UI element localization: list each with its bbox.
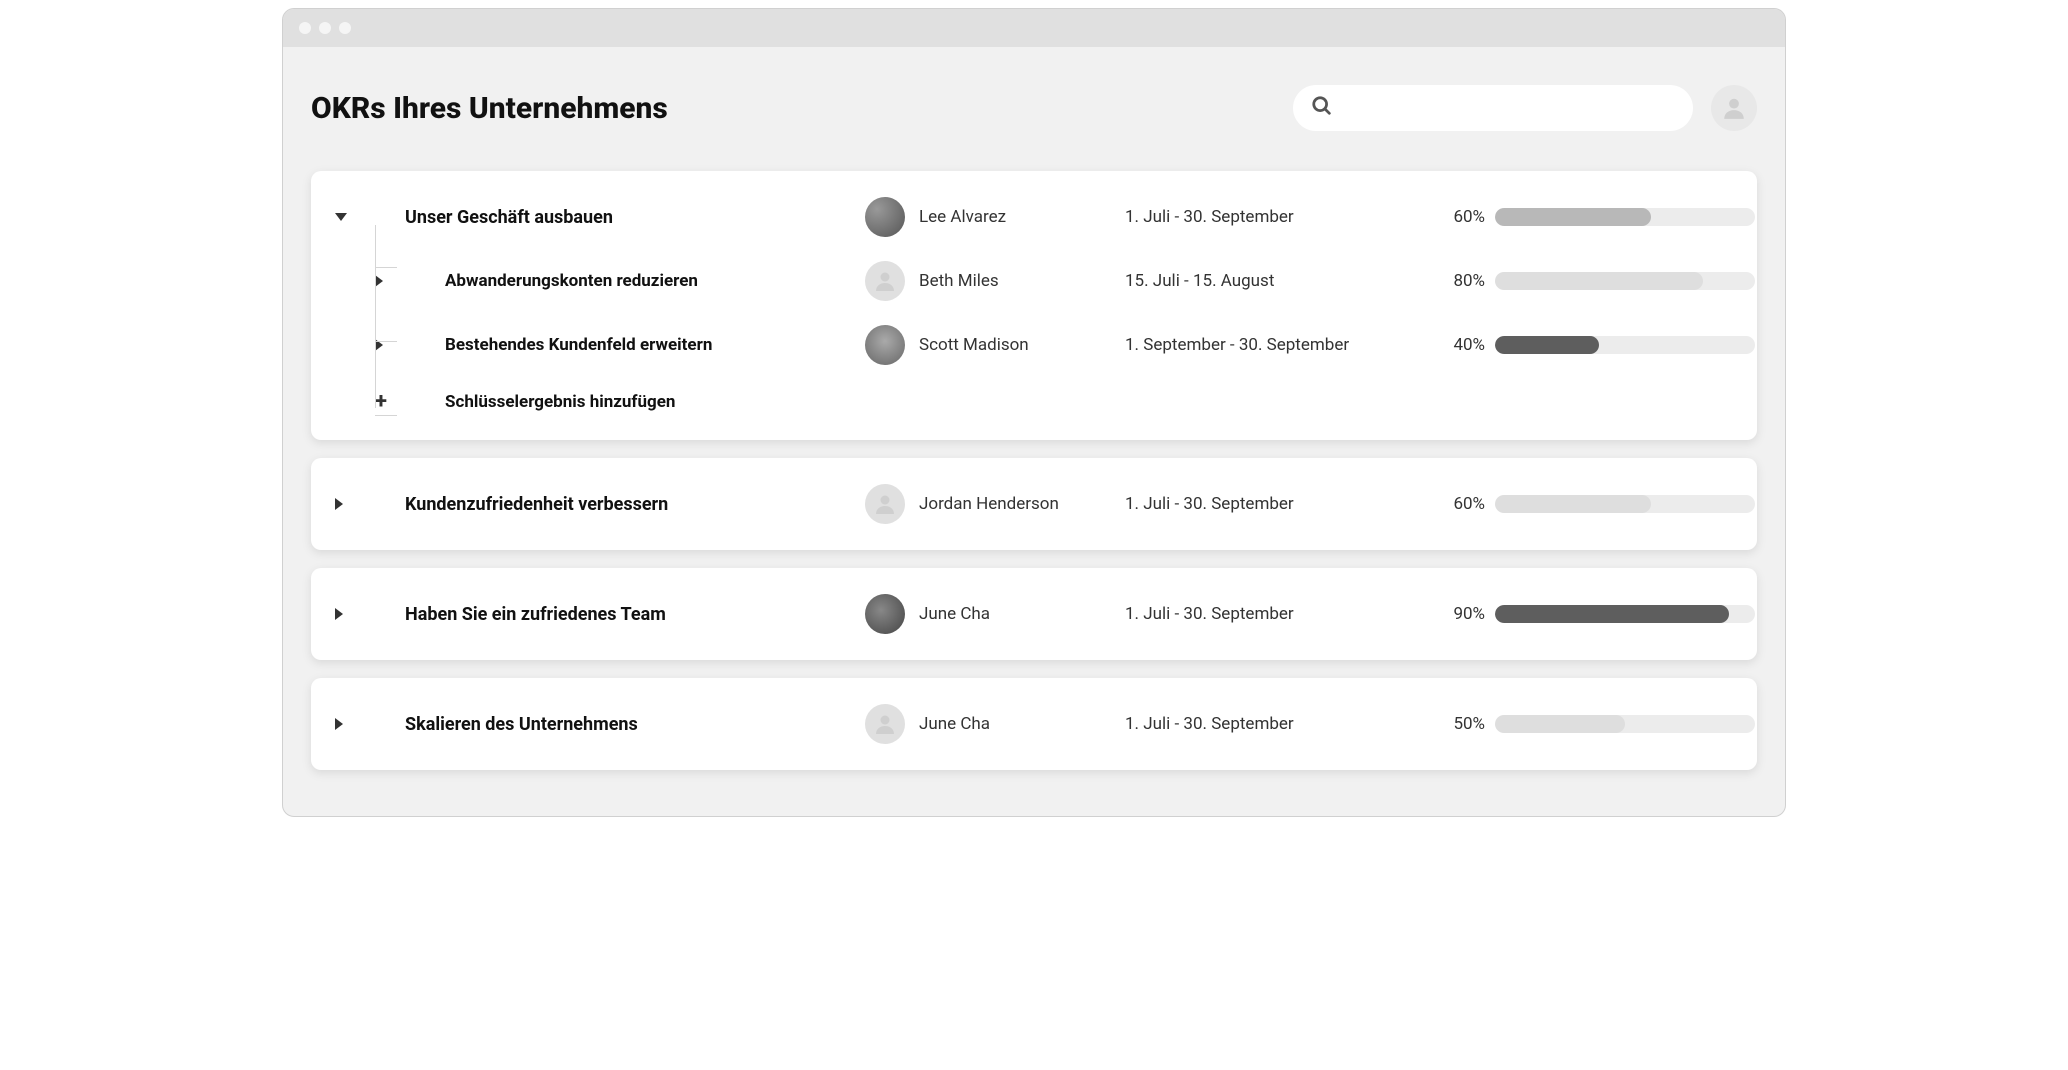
progress-label: 90% [1425,604,1495,624]
progress-bar [1495,715,1755,733]
window-controls [299,22,351,34]
owner-name: June Cha [919,604,990,624]
objective-card: Skalieren des Unternehmens June Cha 1. J… [311,678,1757,770]
key-result-title: Bestehendes Kundenfeld erweitern [405,335,865,355]
period: 1. Juli - 30. September [1125,714,1425,734]
objective-title: Haben Sie ein zufriedenes Team [405,604,865,625]
progress-fill [1495,715,1625,733]
avatar [865,704,905,744]
chevron-down-icon[interactable] [335,213,347,221]
objective-title: Unser Geschäft ausbauen [405,207,865,228]
window-control-close[interactable] [299,22,311,34]
user-menu[interactable] [1711,85,1757,131]
period: 1. Juli - 30. September [1125,494,1425,514]
add-key-result-row[interactable]: + Schlüsselergebnis hinzufügen [311,377,1757,426]
progress-label: 60% [1425,494,1495,514]
avatar [865,261,905,301]
user-icon [873,269,897,293]
avatar [865,484,905,524]
owner: Jordan Henderson [865,484,1125,524]
objective-title: Skalieren des Unternehmens [405,714,865,735]
owner: Lee Alvarez [865,197,1125,237]
window-control-zoom[interactable] [339,22,351,34]
progress-label: 60% [1425,207,1495,227]
objective-row[interactable]: Skalieren des Unternehmens June Cha 1. J… [311,692,1757,756]
plus-icon: + [375,389,387,414]
progress-label: 50% [1425,714,1495,734]
objective-card: Kundenzufriedenheit verbessern Jordan He… [311,458,1757,550]
owner: June Cha [865,704,1125,744]
period: 1. Juli - 30. September [1125,604,1425,624]
avatar [865,197,905,237]
progress-bar [1495,495,1755,513]
progress-bar [1495,605,1755,623]
content-area: OKRs Ihres Unternehmens [283,47,1785,816]
objective-row[interactable]: Unser Geschäft ausbauen Lee Alvarez 1. J… [311,185,1757,249]
objective-row[interactable]: Kundenzufriedenheit verbessern Jordan He… [311,472,1757,536]
tree-tick [375,267,397,268]
progress-fill [1495,272,1703,290]
tree-tick [375,415,397,416]
chevron-right-icon[interactable] [335,718,343,730]
titlebar [283,9,1785,47]
period: 1. Juli - 30. September [1125,207,1425,227]
progress-bar [1495,272,1755,290]
owner-name: Beth Miles [919,271,999,291]
tree-tick [375,341,397,342]
search-icon [1311,95,1333,121]
user-icon [1721,95,1747,121]
user-icon [873,712,897,736]
progress-bar [1495,336,1755,354]
objective-card: Unser Geschäft ausbauen Lee Alvarez 1. J… [311,171,1757,440]
key-result-row[interactable]: Bestehendes Kundenfeld erweitern Scott M… [311,313,1757,377]
owner-name: Lee Alvarez [919,207,1006,227]
page-title: OKRs Ihres Unternehmens [311,91,668,126]
tree-line [375,225,376,408]
chevron-right-icon[interactable] [335,498,343,510]
progress-bar [1495,208,1755,226]
owner: June Cha [865,594,1125,634]
owner-name: Jordan Henderson [919,494,1059,514]
progress-fill [1495,208,1651,226]
topbar: OKRs Ihres Unternehmens [311,85,1757,131]
progress-label: 80% [1425,271,1495,291]
objective-title: Kundenzufriedenheit verbessern [405,494,865,515]
owner-name: June Cha [919,714,990,734]
key-result-row[interactable]: Abwanderungskonten reduzieren Beth Miles… [311,249,1757,313]
avatar [865,594,905,634]
topbar-right [1293,85,1757,131]
avatar [865,325,905,365]
chevron-right-icon[interactable] [335,608,343,620]
period: 15. Juli - 15. August [1125,271,1425,291]
app-window: OKRs Ihres Unternehmens [282,8,1786,817]
progress-fill [1495,336,1599,354]
search-box[interactable] [1293,85,1693,131]
user-icon [873,492,897,516]
progress-label: 40% [1425,335,1495,355]
objective-card: Haben Sie ein zufriedenes Team June Cha … [311,568,1757,660]
owner: Beth Miles [865,261,1125,301]
progress-fill [1495,605,1729,623]
key-result-title: Abwanderungskonten reduzieren [405,271,865,291]
progress-fill [1495,495,1651,513]
add-key-result-label: Schlüsselergebnis hinzufügen [405,392,865,412]
owner: Scott Madison [865,325,1125,365]
period: 1. September - 30. September [1125,335,1425,355]
objective-row[interactable]: Haben Sie ein zufriedenes Team June Cha … [311,582,1757,646]
search-input[interactable] [1345,99,1675,117]
window-control-minimize[interactable] [319,22,331,34]
chevron-right-icon[interactable] [375,275,383,287]
owner-name: Scott Madison [919,335,1029,355]
